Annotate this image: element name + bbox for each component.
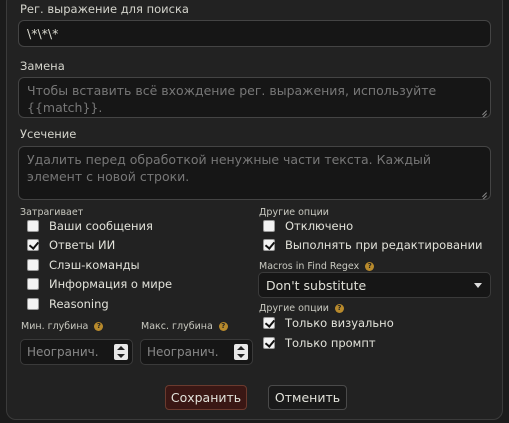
min-depth-text: Мин. глубина [21, 321, 89, 332]
affects-reasoning[interactable]: Reasoning [27, 296, 109, 312]
regex-label: Рег. выражение для поиска [20, 2, 189, 16]
affects-user-messages[interactable]: Ваши сообщения [27, 218, 153, 234]
checkbox-checked[interactable] [263, 337, 275, 349]
help-icon[interactable]: ? [334, 304, 344, 313]
replace-placeholder: Чтобы вставить всё вхождение рег. выраже… [27, 83, 437, 115]
trim-placeholder: Удалить перед обработкой ненужные части … [27, 152, 436, 184]
resize-handle-icon[interactable] [478, 105, 487, 114]
macros-selected-value: Don't substitute [266, 278, 367, 293]
save-button[interactable]: Сохранить [165, 385, 247, 410]
affects-ai-responses[interactable]: Ответы ИИ [27, 237, 115, 253]
affects-slash-commands[interactable]: Слэш-команды [27, 257, 140, 273]
checkbox-checked[interactable] [263, 317, 275, 329]
option-visual-only[interactable]: Только визуально [263, 315, 394, 331]
macros-title-text: Macros in Find Regex [259, 261, 360, 272]
max-depth-input[interactable]: Неогранич. [140, 339, 253, 365]
other-options-2-text: Другие опции [259, 303, 329, 314]
option-disabled[interactable]: Отключено [263, 218, 353, 234]
other-options-title: Другие опции [259, 207, 329, 218]
regex-input[interactable]: \*\*\* [18, 20, 491, 47]
regex-input-value: \*\*\* [27, 26, 59, 41]
checkbox-label: Reasoning [49, 297, 109, 311]
help-icon[interactable]: ? [218, 322, 228, 331]
checkbox-label: Только промпт [285, 336, 376, 350]
option-prompt-only[interactable]: Только промпт [263, 335, 376, 351]
replace-textarea[interactable]: Чтобы вставить всё вхождение рег. выраже… [18, 77, 491, 118]
help-icon[interactable]: ? [94, 322, 104, 331]
trim-textarea[interactable]: Удалить перед обработкой ненужные части … [18, 146, 491, 200]
checkbox-label: Слэш-команды [49, 258, 140, 272]
help-icon[interactable]: ? [365, 262, 375, 271]
cancel-button[interactable]: Отменить [268, 385, 347, 410]
max-depth-placeholder: Неогранич. [147, 345, 219, 359]
resize-handle-icon[interactable] [478, 187, 487, 196]
checkbox-checked[interactable] [263, 239, 275, 251]
option-run-on-edit[interactable]: Выполнять при редактировании [263, 237, 483, 253]
checkbox[interactable] [27, 259, 39, 271]
macros-title: Macros in Find Regex? [259, 261, 375, 272]
trim-label: Усечение [20, 127, 77, 141]
spinner-arrows-icon[interactable] [234, 344, 248, 360]
affects-world-info[interactable]: Информация о мире [27, 276, 172, 292]
checkbox[interactable] [27, 278, 39, 290]
checkbox-label: Выполнять при редактировании [285, 238, 483, 252]
affects-title: Затрагивает [20, 207, 84, 218]
min-depth-input[interactable]: Неогранич. [20, 339, 133, 365]
checkbox[interactable] [263, 220, 275, 232]
max-depth-label: Макс. глубина? [141, 321, 228, 332]
macros-select[interactable]: Don't substitute [258, 272, 491, 298]
checkbox-label: Только визуально [285, 316, 394, 330]
checkbox-label: Информация о мире [49, 277, 173, 291]
checkbox[interactable] [27, 220, 39, 232]
checkbox-checked[interactable] [27, 239, 39, 251]
other-options-2-title: Другие опции? [259, 303, 344, 314]
min-depth-placeholder: Неогранич. [27, 345, 99, 359]
checkbox[interactable] [27, 298, 39, 310]
checkbox-label: Отключено [285, 219, 354, 233]
replace-label: Замена [20, 59, 65, 73]
max-depth-text: Макс. глубина [141, 321, 213, 332]
chevron-down-icon [474, 283, 482, 288]
checkbox-label: Ответы ИИ [49, 238, 116, 252]
checkbox-label: Ваши сообщения [49, 219, 153, 233]
spinner-arrows-icon[interactable] [114, 344, 128, 360]
min-depth-label: Мин. глубина? [21, 321, 104, 332]
